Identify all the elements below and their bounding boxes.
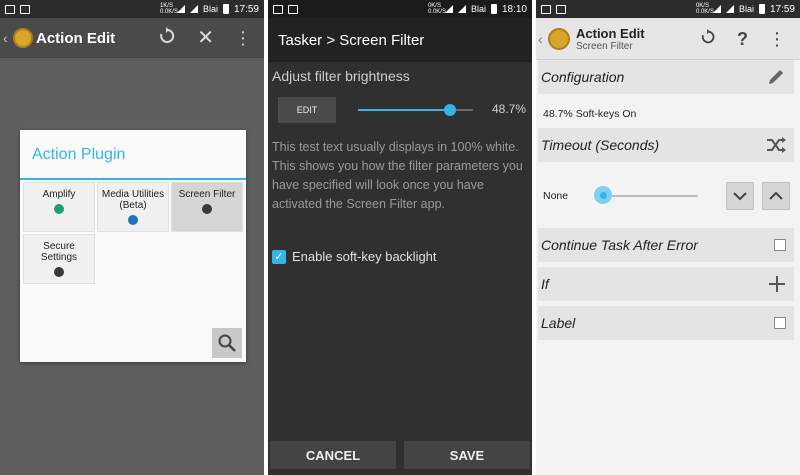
wifi-icon	[712, 5, 721, 13]
plugin-item-screen-filter[interactable]: Screen Filter	[171, 182, 243, 232]
plugin-item-label: Amplify	[42, 189, 76, 200]
status-bar: 1K/S 0.0K/S Blai 17:59	[0, 0, 264, 18]
plugin-item-label: Screen Filter	[178, 189, 236, 200]
soft-key-backlight-row[interactable]: ✓ Enable soft-key backlight	[272, 249, 437, 264]
signal-icon	[189, 5, 198, 13]
tasker-logo-icon	[13, 28, 33, 48]
page-subtitle: Screen Filter	[576, 40, 633, 52]
label-checkbox[interactable]	[774, 317, 786, 329]
cancel-button[interactable]: CANCEL	[270, 441, 396, 469]
action-bar: ‹ Action Edit Screen Filter ? ⋮	[536, 18, 800, 60]
search-button[interactable]	[212, 328, 242, 358]
amplify-icon	[54, 204, 64, 214]
undo-icon[interactable]	[699, 28, 717, 49]
status-bar: 0K/S 0.0K/S Blai 17:59	[536, 0, 800, 18]
undo-icon[interactable]	[157, 26, 177, 50]
clock: 18:10	[501, 3, 527, 15]
battery-icon	[222, 4, 229, 14]
timeout-slider-thumb[interactable]	[594, 186, 612, 204]
plugin-item-amplify[interactable]: Amplify	[23, 182, 95, 232]
carrier-label: Blai	[738, 4, 754, 14]
back-chevron-icon[interactable]: ‹	[538, 31, 548, 47]
edit-button[interactable]: EDIT	[278, 97, 336, 123]
network-speed: 0K/S 0.0K/S	[427, 3, 446, 15]
screen-filter-icon	[202, 204, 212, 214]
wifi-icon	[444, 5, 453, 13]
wifi-icon	[176, 5, 185, 13]
label-row[interactable]: Label	[538, 306, 794, 340]
notification-icon	[541, 4, 551, 14]
network-speed: 1K/S 0.0K/S	[159, 3, 178, 15]
overflow-menu-icon[interactable]: ⋮	[234, 29, 252, 47]
configuration-value: 48.7% Soft-keys On	[543, 108, 637, 120]
slider-thumb[interactable]	[444, 104, 456, 116]
plugin-item-label: Media Utilities (Beta)	[101, 189, 165, 211]
carrier-label: Blai	[470, 4, 486, 14]
overflow-menu-icon[interactable]: ⋮	[768, 30, 786, 48]
clock: 17:59	[233, 3, 259, 15]
signal-icon	[725, 5, 734, 13]
close-icon[interactable]: ✕	[197, 28, 214, 48]
brightness-slider[interactable]	[358, 104, 473, 116]
action-edit-screen: 0K/S 0.0K/S Blai 17:59 ‹ Action Edit Scr…	[536, 0, 800, 475]
save-button[interactable]: SAVE	[404, 441, 530, 469]
battery-icon	[490, 4, 497, 14]
action-plugin-dialog: Action Plugin Amplify Media Utilities (B…	[20, 130, 246, 362]
secure-settings-icon	[54, 267, 64, 277]
if-row[interactable]: If	[538, 267, 794, 301]
chevron-up-icon	[769, 191, 783, 200]
page-title: Action Edit	[36, 29, 116, 47]
carrier-label: Blai	[202, 4, 218, 14]
increase-button[interactable]	[762, 182, 790, 210]
section-title: Continue Task After Error	[541, 237, 698, 253]
action-bar-title: Tasker > Screen Filter	[268, 18, 532, 62]
network-speed: 0K/S 0.0K/S	[695, 3, 714, 15]
add-icon[interactable]	[768, 275, 786, 293]
notification-icon	[5, 4, 15, 14]
screen-filter-config-screen: 0K/S 0.0K/S Blai 18:10 Tasker > Screen F…	[268, 0, 532, 475]
edit-pencil-icon[interactable]	[766, 67, 786, 87]
decrease-button[interactable]	[726, 182, 754, 210]
search-icon	[218, 334, 236, 352]
brightness-value: 48.7%	[491, 102, 526, 116]
preview-description: This test text usually displays in 100% …	[272, 140, 523, 211]
clock: 17:59	[769, 3, 795, 15]
timeout-header[interactable]: Timeout (Seconds)	[538, 128, 794, 162]
chevron-down-icon	[733, 192, 747, 201]
section-title: If	[541, 276, 549, 292]
battery-icon	[758, 4, 765, 14]
image-notification-icon	[556, 4, 566, 14]
slider-fill	[358, 109, 450, 111]
configuration-header[interactable]: Configuration	[538, 60, 794, 94]
plugin-item-secure-settings[interactable]: Secure Settings	[23, 234, 95, 284]
media-utilities-icon	[128, 215, 138, 225]
timeout-slider[interactable]	[602, 195, 698, 197]
plugin-item-label: Secure Settings	[40, 241, 78, 263]
section-title: Label	[541, 315, 576, 331]
checkbox-label: Enable soft-key backlight	[292, 249, 437, 264]
continue-after-error-row[interactable]: Continue Task After Error	[538, 228, 794, 262]
page-title: Action Edit	[576, 25, 645, 41]
continue-after-error-checkbox[interactable]	[774, 239, 786, 251]
section-title: Timeout (Seconds)	[541, 137, 660, 153]
image-notification-icon	[20, 4, 30, 14]
action-bar: ‹ Action Edit ✕ ⋮	[0, 18, 264, 58]
tasker-logo-icon	[548, 27, 570, 50]
help-icon[interactable]: ?	[737, 30, 748, 48]
timeout-control: None	[536, 176, 800, 216]
status-bar: 0K/S 0.0K/S Blai 18:10	[268, 0, 532, 18]
signal-icon	[457, 5, 466, 13]
section-title: Configuration	[541, 69, 625, 85]
plugin-item-media-utilities[interactable]: Media Utilities (Beta)	[97, 182, 169, 232]
shuffle-icon[interactable]	[766, 137, 786, 153]
timeout-value: None	[543, 190, 569, 202]
dropbox-notification-icon	[273, 4, 283, 14]
telegram-notification-icon	[288, 4, 298, 14]
back-chevron-icon[interactable]: ‹	[3, 30, 13, 46]
dialog-title: Action Plugin	[20, 130, 246, 180]
brightness-label: Adjust filter brightness	[272, 68, 410, 84]
action-plugin-screen: 1K/S 0.0K/S Blai 17:59 ‹ Action Edit ✕ ⋮…	[0, 0, 264, 475]
checkbox-checked-icon[interactable]: ✓	[272, 249, 286, 264]
